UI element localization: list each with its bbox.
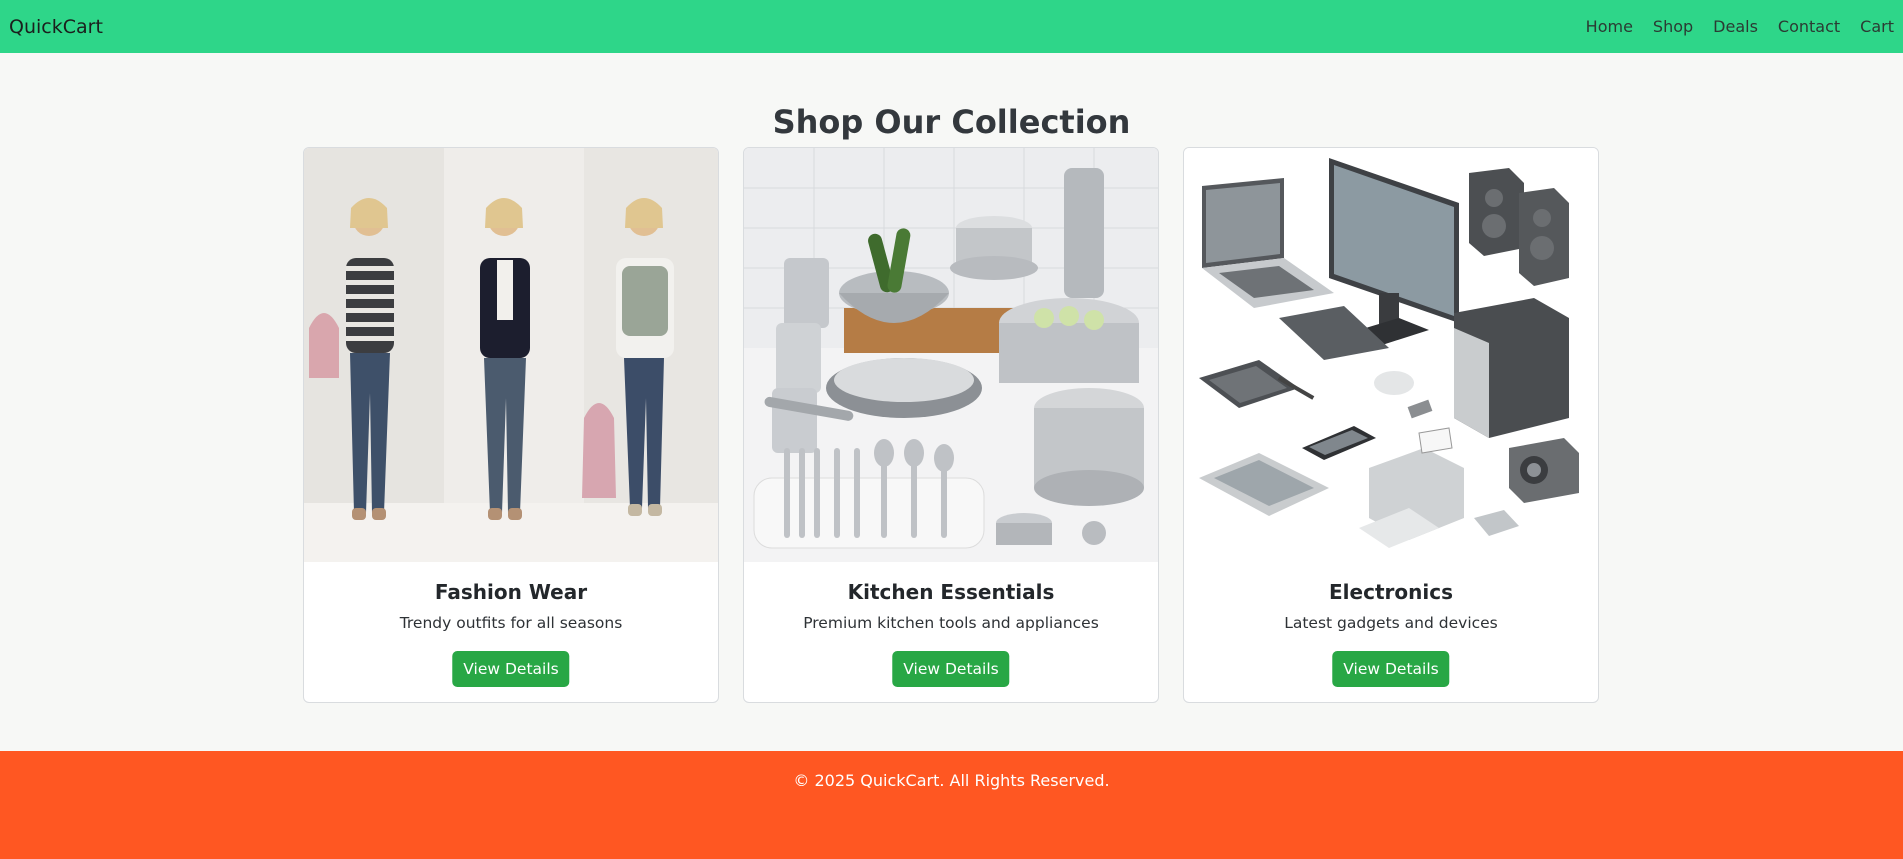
page-title: Shop Our Collection	[772, 103, 1131, 141]
card-title: Kitchen Essentials	[847, 580, 1055, 604]
nav-link-cart[interactable]: Cart	[1860, 17, 1894, 36]
nav-link-deals[interactable]: Deals	[1713, 17, 1758, 36]
product-card-fashion: Fashion Wear Trendy outfits for all seas…	[303, 147, 719, 703]
view-details-button[interactable]: View Details	[892, 651, 1010, 687]
product-card-kitchen: Kitchen Essentials Premium kitchen tools…	[743, 147, 1159, 703]
nav-links: Home Shop Deals Contact Cart	[1586, 17, 1894, 36]
nav-link-home[interactable]: Home	[1586, 17, 1633, 36]
view-details-button[interactable]: View Details	[1332, 651, 1450, 687]
kitchen-image	[744, 148, 1158, 562]
brand-logo[interactable]: QuickCart	[9, 16, 103, 38]
nav-link-shop[interactable]: Shop	[1653, 17, 1693, 36]
top-navbar: QuickCart Home Shop Deals Contact Cart	[0, 0, 1903, 53]
card-title: Electronics	[1329, 580, 1453, 604]
fashion-image	[304, 148, 718, 562]
card-description: Latest gadgets and devices	[1284, 614, 1498, 632]
card-description: Trendy outfits for all seasons	[399, 614, 623, 632]
page-footer: © 2025 QuickCart. All Rights Reserved.	[0, 751, 1903, 859]
card-description: Premium kitchen tools and appliances	[803, 614, 1099, 632]
card-title: Fashion Wear	[434, 580, 588, 604]
footer-copyright: © 2025 QuickCart. All Rights Reserved.	[793, 771, 1110, 790]
view-details-button[interactable]: View Details	[452, 651, 570, 687]
nav-link-contact[interactable]: Contact	[1778, 17, 1840, 36]
product-card-electronics: Electronics Latest gadgets and devices V…	[1183, 147, 1599, 703]
electronics-image	[1184, 148, 1598, 562]
